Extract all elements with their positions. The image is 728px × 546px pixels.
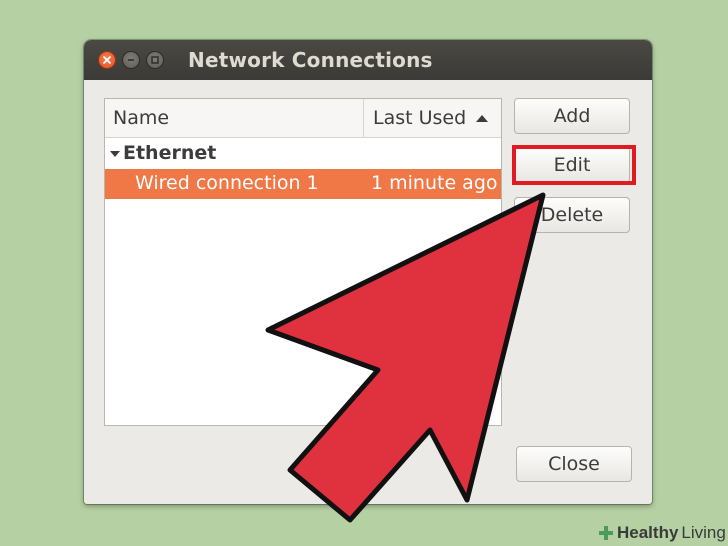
plus-leaf-icon	[599, 526, 613, 540]
watermark: Healthy Living	[598, 522, 726, 544]
maximize-window-button[interactable]	[146, 51, 164, 69]
sort-ascending-icon	[476, 115, 488, 122]
watermark-bold: Healthy	[617, 523, 679, 542]
connection-last-used: 1 minute ago	[371, 172, 498, 194]
add-button[interactable]: Add	[514, 98, 630, 134]
list-header: Name Last Used	[105, 99, 501, 138]
edit-button-highlight-box	[512, 145, 636, 185]
connection-name: Wired connection 1	[135, 172, 319, 194]
column-separator	[363, 99, 364, 137]
page-background: Network Connections Name Last Used Ether…	[0, 0, 728, 546]
close-window-button[interactable]	[98, 51, 116, 69]
minimize-icon	[128, 59, 134, 61]
close-icon	[103, 56, 111, 64]
network-connections-window: Network Connections Name Last Used Ether…	[84, 40, 652, 504]
expander-down-icon[interactable]	[109, 150, 121, 158]
titlebar: Network Connections	[84, 40, 652, 80]
watermark-regular: Living	[681, 523, 726, 542]
window-title: Network Connections	[188, 48, 433, 72]
minimize-window-button[interactable]	[122, 51, 140, 69]
close-button[interactable]: Close	[516, 446, 632, 482]
connection-row-selected[interactable]: Wired connection 1 1 minute ago	[105, 169, 501, 199]
connections-list[interactable]: Name Last Used Ethernet Wired connection…	[104, 98, 502, 426]
column-header-name[interactable]: Name	[113, 107, 169, 129]
group-label: Ethernet	[123, 142, 217, 164]
group-row-ethernet[interactable]: Ethernet	[105, 141, 501, 167]
delete-button[interactable]: Delete	[514, 197, 630, 233]
maximize-icon	[151, 56, 159, 64]
column-header-last-used[interactable]: Last Used	[373, 107, 466, 129]
